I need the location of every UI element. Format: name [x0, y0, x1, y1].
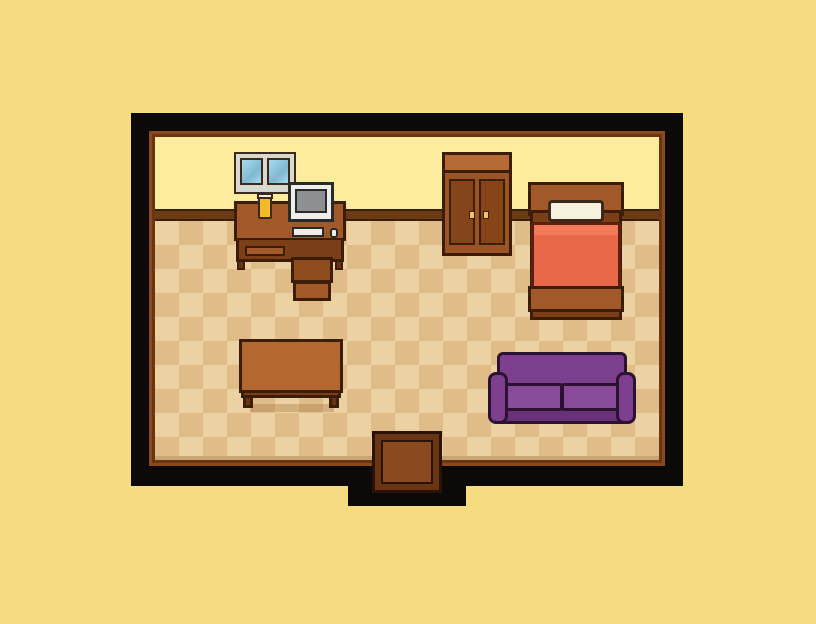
mouse[interactable]	[330, 228, 338, 238]
coffee-table[interactable]	[239, 339, 343, 393]
sofa-armrest-right	[616, 372, 636, 424]
door-panel	[381, 440, 433, 484]
window-pane-left	[240, 158, 263, 185]
door[interactable]	[372, 431, 442, 493]
sofa-cushion-right	[561, 383, 621, 411]
monitor-screen	[295, 189, 327, 213]
desk-leg-right	[335, 260, 343, 270]
chair-back	[291, 257, 333, 283]
chair[interactable]	[293, 281, 331, 301]
wardrobe-door-left[interactable]	[449, 179, 475, 245]
knob-icon	[469, 211, 475, 219]
keyboard[interactable]	[292, 227, 324, 237]
wardrobe-top	[445, 155, 509, 173]
sofa-cushion-left	[503, 383, 563, 411]
wardrobe[interactable]	[442, 152, 512, 256]
wardrobe-door-right[interactable]	[479, 179, 505, 245]
computer-monitor[interactable]	[288, 182, 334, 222]
bed-footboard	[528, 286, 624, 312]
sofa-armrest-left	[488, 372, 508, 424]
window[interactable]	[234, 152, 296, 194]
blanket-fold	[534, 225, 618, 235]
knob-icon	[483, 211, 489, 219]
window-pane-right	[267, 158, 290, 185]
game-screen: { "scene": { "name": "", "colors": { "ba…	[0, 0, 816, 624]
desk-leg-left	[237, 260, 245, 270]
honey-jar[interactable]	[258, 197, 272, 219]
desk-drawer[interactable]	[245, 246, 285, 256]
table-shadow	[250, 404, 334, 412]
pillow	[548, 200, 604, 222]
